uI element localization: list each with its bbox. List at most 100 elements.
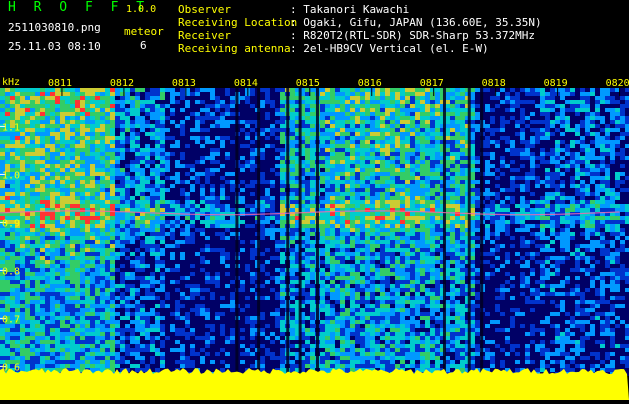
spectrogram-cell <box>50 172 55 176</box>
spectrogram-cell <box>115 148 120 152</box>
spectrogram-cell <box>545 208 550 212</box>
spectrogram-cell <box>620 236 625 240</box>
spectrogram-cell <box>160 240 165 244</box>
spectrogram-cell <box>225 160 230 164</box>
spectrogram-cell <box>270 160 275 164</box>
spectrogram-cell <box>595 192 600 196</box>
spectrogram-cell <box>25 176 30 180</box>
spectrogram-cell <box>550 112 555 116</box>
spectrogram-cell <box>355 220 360 224</box>
spectrogram-cell <box>135 196 140 200</box>
spectrogram-cell <box>150 92 155 96</box>
spectrogram-cell <box>70 164 75 168</box>
spectrogram-cell <box>85 180 90 184</box>
spectrogram-cell <box>620 132 625 136</box>
spectrogram-cell <box>595 116 600 120</box>
spectrogram-cell <box>15 144 20 148</box>
spectrogram-cell <box>545 104 550 108</box>
spectrogram-cell <box>600 132 605 136</box>
spectrogram-cell <box>530 96 535 100</box>
spectrogram-cell <box>595 200 600 204</box>
spectrogram-cell <box>520 200 525 204</box>
spectrogram-cell <box>35 220 40 224</box>
spectrogram-cell <box>200 128 205 132</box>
spectrogram-cell <box>130 128 135 132</box>
spectrogram-cell <box>320 244 325 248</box>
spectrogram-cell <box>210 220 215 224</box>
spectrogram-cell <box>220 144 225 148</box>
spectrogram-cell <box>45 184 50 188</box>
spectrogram-cell <box>140 96 145 100</box>
spectrogram-cell <box>505 216 510 220</box>
spectrogram-cell <box>270 172 275 176</box>
spectrogram-cell <box>80 176 85 180</box>
spectrogram-cell <box>135 88 140 92</box>
spectrogram-cell <box>590 240 595 244</box>
spectrogram-cell <box>420 148 425 152</box>
spectrogram-cell <box>530 200 535 204</box>
spectrogram-cell <box>210 184 215 188</box>
spectrogram-cell <box>25 96 30 100</box>
spectrogram-cell <box>565 100 570 104</box>
spectrogram-cell <box>180 156 185 160</box>
spectrogram-cell <box>365 116 370 120</box>
spectrogram-cell <box>155 200 160 204</box>
spectrogram-cell <box>265 236 270 240</box>
spectrogram-cell <box>80 140 85 144</box>
spectrogram-cell <box>335 92 340 96</box>
spectrogram-cell <box>215 112 220 116</box>
spectrogram-cell <box>435 124 440 128</box>
spectrogram-cell <box>260 160 265 164</box>
spectrogram-cell <box>325 92 330 96</box>
spectrogram-cell <box>585 176 590 180</box>
spectrogram-cell <box>455 156 460 160</box>
spectrogram-cell <box>205 220 210 224</box>
spectrogram-cell <box>325 140 330 144</box>
spectrogram-cell <box>570 204 575 208</box>
spectrogram-cell <box>550 168 555 172</box>
spectrogram-cell <box>385 104 390 108</box>
spectrogram-cell <box>170 172 175 176</box>
spectrogram-cell <box>150 236 155 240</box>
spectrogram-cell <box>610 236 615 240</box>
spectrogram-cell <box>530 180 535 184</box>
spectrogram-cell <box>220 92 225 96</box>
spectrogram-cell <box>565 220 570 224</box>
spectrogram-cell <box>290 88 295 92</box>
spectrogram-cell <box>505 92 510 96</box>
spectrogram-cell <box>550 136 555 140</box>
spectrogram-cell <box>535 180 540 184</box>
spectrogram-cell <box>100 152 105 156</box>
spectrogram-cell <box>265 160 270 164</box>
spectrogram-cell <box>535 112 540 116</box>
spectrogram-cell <box>380 216 385 220</box>
spectrogram-cell <box>95 216 100 220</box>
spectrogram-cell <box>265 92 270 96</box>
spectrogram-cell <box>190 236 195 240</box>
spectrogram-cell <box>90 184 95 188</box>
spectrogram-cell <box>600 240 605 244</box>
spectrogram-cell <box>320 128 325 132</box>
spectrogram-cell <box>110 184 115 188</box>
spectrogram-cell <box>145 204 150 208</box>
spectrogram-cell <box>105 236 110 240</box>
spectrogram-cell <box>545 204 550 208</box>
spectrogram-cell <box>220 200 225 204</box>
spectrogram-cell <box>380 240 385 244</box>
spectrogram-cell <box>95 196 100 200</box>
spectrogram-cell <box>185 196 190 200</box>
spectrogram-cell <box>450 116 455 120</box>
spectrogram-cell <box>175 176 180 180</box>
spectrogram-cell <box>230 228 235 232</box>
spectrogram-cell <box>280 220 285 224</box>
spectrogram-cell <box>385 92 390 96</box>
spectrogram-cell <box>140 176 145 180</box>
spectrogram-cell <box>115 196 120 200</box>
spectrogram-cell <box>400 116 405 120</box>
spectrogram-cell <box>60 236 65 240</box>
spectrogram-cell <box>605 164 610 168</box>
spectrogram-cell <box>620 136 625 140</box>
spectrogram-cell <box>130 240 135 244</box>
spectrogram-cell <box>505 128 510 132</box>
spectrogram-cell <box>170 96 175 100</box>
